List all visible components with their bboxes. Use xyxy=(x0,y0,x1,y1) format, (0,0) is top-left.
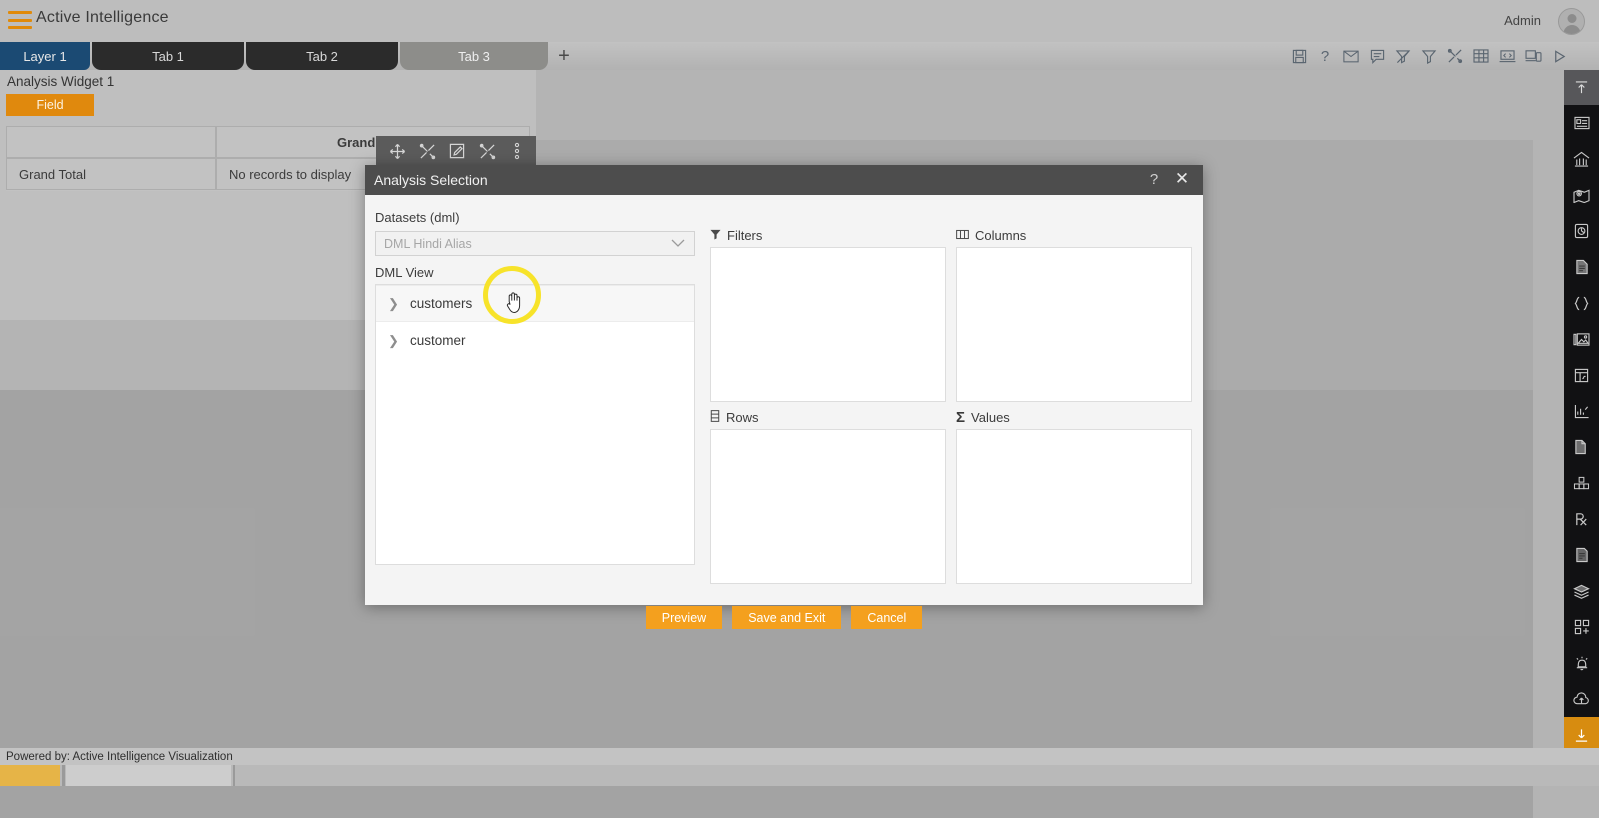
sigma-icon: Σ xyxy=(956,408,966,426)
add-widget-icon[interactable] xyxy=(1564,609,1599,645)
filter-icon[interactable] xyxy=(1417,44,1441,68)
zone-values-header: Σ Values xyxy=(956,408,1010,426)
hamburger-icon[interactable] xyxy=(8,9,32,31)
layers-icon[interactable] xyxy=(1564,573,1599,609)
upload-cloud-icon[interactable] xyxy=(1564,681,1599,717)
tree-node-label: customer xyxy=(410,333,466,348)
help-icon[interactable]: ? xyxy=(1313,44,1337,68)
columns-icon xyxy=(956,228,969,243)
sparkline-widget-icon[interactable] xyxy=(1564,393,1599,429)
field-chip[interactable]: Field xyxy=(6,94,94,116)
add-tab-button[interactable]: + xyxy=(553,44,575,68)
collapse-up-icon[interactable] xyxy=(1564,70,1599,105)
zone-filters-label: Filters xyxy=(727,228,763,243)
code-window-icon[interactable] xyxy=(1495,44,1519,68)
settings-widget-icon[interactable] xyxy=(476,140,498,162)
user-label[interactable]: Admin xyxy=(1504,13,1541,28)
dialog-help-icon[interactable]: ? xyxy=(1145,171,1163,189)
card-widget-icon[interactable] xyxy=(1564,105,1599,141)
chart-widget-icon[interactable] xyxy=(1564,141,1599,177)
play-icon[interactable] xyxy=(1547,44,1571,68)
user-avatar-icon[interactable] xyxy=(1558,8,1585,35)
tab-2[interactable]: Tab 2 xyxy=(246,42,398,70)
chevron-down-icon xyxy=(670,237,686,251)
prescription-icon[interactable] xyxy=(1564,501,1599,537)
save-icon[interactable] xyxy=(1287,44,1311,68)
tools-icon[interactable] xyxy=(1443,44,1467,68)
dialog-title: Analysis Selection xyxy=(374,172,488,188)
dialog-title-bar: Analysis Selection ? ✕ xyxy=(365,165,1203,195)
zone-columns-dropzone[interactable] xyxy=(956,247,1192,402)
taskbar-divider-1 xyxy=(62,765,65,786)
move-widget-icon[interactable] xyxy=(386,140,408,162)
design-widget-icon[interactable] xyxy=(416,140,438,162)
zone-columns-header: Columns xyxy=(956,228,1026,243)
taskbar-divider-2 xyxy=(233,765,235,786)
dialog-button-bar: Preview Save and Exit Cancel xyxy=(365,600,1203,635)
status-bar: Powered by: Active Intelligence Visualiz… xyxy=(0,748,1599,765)
code-widget-icon[interactable] xyxy=(1564,285,1599,321)
filter-icon xyxy=(710,228,721,243)
datasets-label: Datasets (dml) xyxy=(375,210,460,225)
app-root: Active Intelligence Admin Layer 1 Tab 1 … xyxy=(0,0,1599,818)
widget-rail xyxy=(1564,70,1599,786)
cancel-button[interactable]: Cancel xyxy=(851,606,923,629)
document-widget-icon[interactable] xyxy=(1564,249,1599,285)
zone-filters-header: Filters xyxy=(710,228,762,243)
taskbar-segment-window xyxy=(66,765,231,786)
image-widget-icon[interactable] xyxy=(1564,321,1599,357)
zone-columns-label: Columns xyxy=(975,228,1027,243)
dml-view-tree: ❯ customers ❯ customer xyxy=(375,284,695,565)
tree-node-customers[interactable]: ❯ customers xyxy=(376,285,694,322)
zone-filters-dropzone[interactable] xyxy=(710,247,946,402)
cubes-widget-icon[interactable] xyxy=(1564,465,1599,501)
alerts-icon[interactable] xyxy=(1564,645,1599,681)
zone-rows-label: Rows xyxy=(726,410,759,425)
table-icon[interactable] xyxy=(1469,44,1493,68)
tab-1[interactable]: Tab 1 xyxy=(92,42,244,70)
chevron-right-icon[interactable]: ❯ xyxy=(388,333,410,349)
devices-icon[interactable] xyxy=(1521,44,1545,68)
dialog-body: Datasets (dml) DML Hindi Alias DML View … xyxy=(365,195,1203,629)
taskbar-segment-accent xyxy=(0,765,60,786)
copy-widget-icon[interactable] xyxy=(1564,429,1599,465)
top-bar: Active Intelligence Admin xyxy=(0,0,1599,42)
save-and-exit-button[interactable]: Save and Exit xyxy=(732,606,842,629)
analysis-selection-dialog: Analysis Selection ? ✕ Datasets (dml) DM… xyxy=(365,165,1203,629)
layout-widget-icon[interactable] xyxy=(1564,357,1599,393)
dml-view-label: DML View xyxy=(375,265,434,280)
tree-node-label: customers xyxy=(410,296,473,311)
widget-toolbar xyxy=(376,136,536,166)
datasets-select-value: DML Hindi Alias xyxy=(384,236,472,251)
mail-icon[interactable] xyxy=(1339,44,1363,68)
zone-values-label: Values xyxy=(971,410,1010,425)
tab-3[interactable]: Tab 3 xyxy=(400,42,548,70)
tab-layer-1[interactable]: Layer 1 xyxy=(0,42,90,70)
map-widget-icon[interactable] xyxy=(1564,177,1599,213)
close-icon[interactable]: ✕ xyxy=(1173,170,1191,188)
pivot-corner-cell xyxy=(6,126,216,158)
edit-widget-icon[interactable] xyxy=(446,140,468,162)
zone-rows-header: Rows xyxy=(710,410,759,425)
chevron-right-icon[interactable]: ❯ xyxy=(388,296,410,312)
widget-title: Analysis Widget 1 xyxy=(7,74,115,89)
zone-rows-dropzone[interactable] xyxy=(710,429,946,584)
top-toolbar: ? xyxy=(1287,44,1571,68)
datasets-select[interactable]: DML Hindi Alias xyxy=(375,231,695,256)
report-widget-icon[interactable] xyxy=(1564,537,1599,573)
pivot-row-label: Grand Total xyxy=(6,158,216,190)
gauge-widget-icon[interactable] xyxy=(1564,213,1599,249)
tree-node-customer[interactable]: ❯ customer xyxy=(376,322,694,359)
app-title: Active Intelligence xyxy=(36,9,169,26)
more-options-icon[interactable] xyxy=(506,140,528,162)
rows-icon xyxy=(710,410,720,425)
taskbar xyxy=(0,765,1599,786)
preview-button[interactable]: Preview xyxy=(645,606,723,629)
clear-filter-icon[interactable] xyxy=(1391,44,1415,68)
comment-icon[interactable] xyxy=(1365,44,1389,68)
zone-values-dropzone[interactable] xyxy=(956,429,1192,584)
